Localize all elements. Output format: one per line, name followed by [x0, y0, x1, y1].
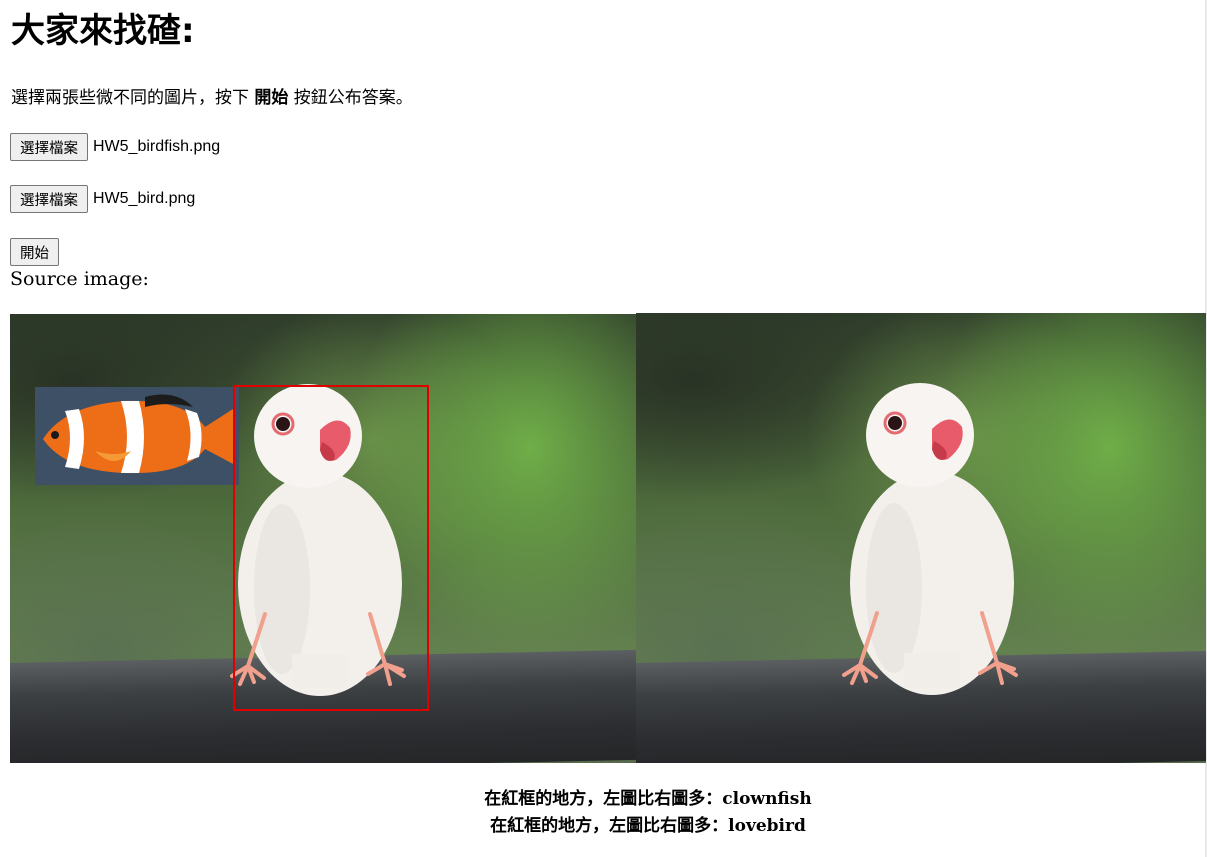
selected-filename-1: HW5_birdfish.png	[93, 138, 221, 155]
left-source-image	[10, 314, 636, 763]
difference-highlight-box	[233, 385, 429, 711]
result-1-item: clownfish	[722, 789, 812, 809]
instructions: 選擇兩張些微不同的圖片，按下 開始 按鈕公布答案。	[11, 86, 413, 110]
choose-file-button-1[interactable]: 選擇檔案	[10, 133, 88, 161]
start-button[interactable]: 開始	[10, 238, 59, 266]
lovebird-right	[842, 383, 1018, 695]
source-image-label: Source image:	[10, 268, 149, 290]
result-line-2: 在紅框的地方，左圖比右圖多：lovebird	[0, 813, 1207, 839]
page-title: 大家來找碴:	[11, 11, 195, 51]
instructions-start-keyword: 開始	[254, 88, 289, 108]
instructions-text-2: 按鈕公布答案。	[288, 88, 413, 108]
result-2-prefix: 在紅框的地方，左圖比右圖多：	[490, 816, 729, 836]
clownfish	[35, 387, 239, 485]
file-input-2[interactable]: 選擇檔案 HW5_bird.png	[10, 185, 195, 213]
selected-filename-2: HW5_bird.png	[93, 190, 196, 207]
result-2-item: lovebird	[728, 816, 806, 836]
choose-file-button-2[interactable]: 選擇檔案	[10, 185, 88, 213]
result-line-1: 在紅框的地方，左圖比右圖多：clownfish	[0, 786, 1207, 812]
instructions-text-1: 選擇兩張些微不同的圖片，按下	[11, 88, 255, 108]
file-input-1[interactable]: 選擇檔案 HW5_birdfish.png	[10, 133, 220, 161]
result-1-prefix: 在紅框的地方，左圖比右圖多：	[484, 789, 723, 809]
right-source-image	[636, 313, 1206, 763]
